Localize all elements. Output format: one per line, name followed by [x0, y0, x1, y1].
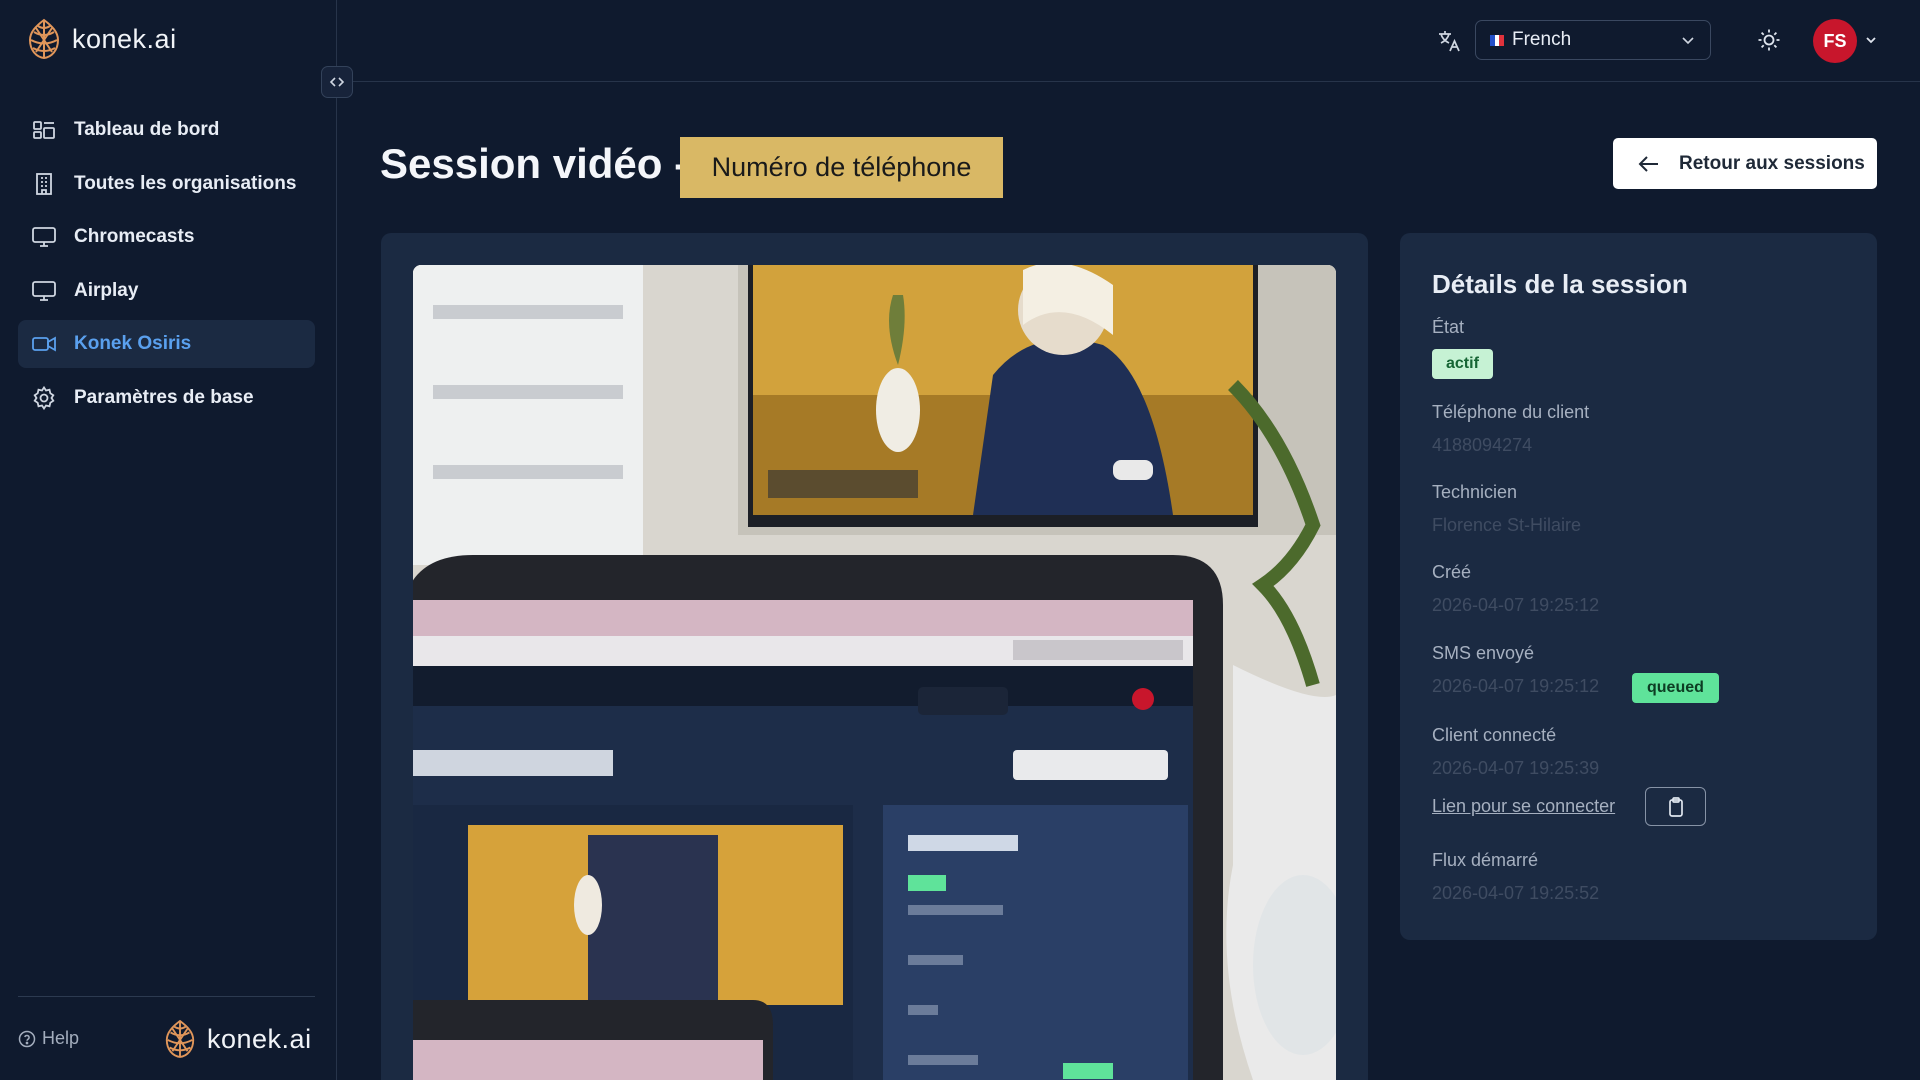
sms-status-badge: queued: [1632, 673, 1719, 703]
sidebar-item-label: Konek Osiris: [74, 333, 192, 355]
back-button-label: Retour aux sessions: [1679, 152, 1865, 174]
sidebar-nav: Tableau de bord Toutes les organisations…: [18, 106, 315, 428]
video-camera-icon: [32, 332, 56, 356]
created-value: 2026-04-07 19:25:12: [1432, 595, 1600, 615]
pinecone-logo-icon: [165, 1019, 195, 1058]
footer-brand-logo: konek.ai: [163, 1018, 312, 1060]
brand-logo[interactable]: konek.ai: [26, 18, 177, 60]
chevron-down-icon: [1682, 37, 1694, 45]
language-select[interactable]: French: [1475, 20, 1711, 60]
code-chevrons-icon: [329, 77, 345, 87]
help-circle-icon: [18, 1030, 36, 1047]
monitor-icon: [32, 225, 56, 249]
sms-sent-label: SMS envoyé: [1432, 643, 1535, 663]
video-stream[interactable]: [413, 265, 1336, 1080]
sidebar-item-label: Toutes les organisations: [74, 172, 297, 194]
help-label: Help: [42, 1028, 80, 1048]
sun-icon: [1758, 29, 1780, 51]
sidebar-item-settings[interactable]: Paramètres de base: [18, 374, 315, 422]
sidebar-item-chromecasts[interactable]: Chromecasts: [18, 213, 315, 261]
theme-toggle-button[interactable]: [1757, 28, 1781, 57]
stream-started-value: 2026-04-07 19:25:52: [1432, 883, 1600, 903]
client-connected-value: 2026-04-07 19:25:39: [1432, 758, 1600, 778]
copy-link-button[interactable]: [1645, 787, 1706, 826]
brand-name: konek.ai: [207, 1023, 312, 1054]
gear-icon: [32, 385, 56, 410]
stream-started-label: Flux démarré: [1432, 850, 1539, 870]
translate-icon: [1437, 29, 1461, 58]
client-phone-label: Téléphone du client: [1432, 402, 1590, 422]
created-label: Créé: [1432, 562, 1472, 582]
top-header: French FS: [337, 0, 1920, 82]
user-avatar[interactable]: FS: [1813, 19, 1857, 63]
back-to-sessions-button[interactable]: Retour aux sessions: [1613, 138, 1877, 189]
sidebar-collapse-button[interactable]: [321, 66, 353, 98]
sms-sent-value: 2026-04-07 19:25:12: [1432, 676, 1600, 696]
technician-label: Technicien: [1432, 482, 1518, 502]
sidebar-item-konek-osiris[interactable]: Konek Osiris: [18, 320, 315, 369]
pinecone-logo-icon: [28, 18, 60, 60]
sidebar: konek.ai Tableau de bord Toutes les orga…: [0, 0, 337, 1080]
arrow-left-icon: [1638, 155, 1658, 172]
language-select-value: French: [1512, 29, 1572, 50]
page-title: Session vidéo -: [380, 140, 689, 187]
connect-link[interactable]: Lien pour se connecter: [1432, 796, 1615, 817]
france-flag-icon: [1490, 34, 1505, 46]
sidebar-divider: [18, 996, 315, 997]
chevron-down-icon[interactable]: [1864, 33, 1878, 52]
phone-number-badge: Numéro de téléphone: [680, 137, 1003, 198]
session-details-card: Détails de la session État actif Télépho…: [1400, 233, 1877, 940]
client-connected-label: Client connecté: [1432, 725, 1557, 745]
clipboard-icon: [1668, 796, 1683, 817]
sidebar-item-airplay[interactable]: Airplay: [18, 267, 315, 315]
sidebar-item-organisations[interactable]: Toutes les organisations: [18, 160, 315, 208]
brand-name: konek.ai: [72, 23, 177, 54]
client-phone-value: 4188094274: [1432, 435, 1533, 455]
state-label: État: [1432, 317, 1465, 337]
sidebar-item-dashboard[interactable]: Tableau de bord: [18, 106, 315, 154]
status-badge: actif: [1432, 349, 1493, 379]
details-title: Détails de la session: [1432, 269, 1688, 299]
dashboard-icon: [32, 118, 56, 142]
video-card: [381, 233, 1368, 1080]
sidebar-item-label: Airplay: [74, 279, 139, 301]
sidebar-item-label: Paramètres de base: [74, 386, 254, 408]
help-link[interactable]: Help: [18, 1028, 79, 1049]
sidebar-item-label: Chromecasts: [74, 226, 195, 248]
monitor-icon: [32, 279, 56, 303]
sidebar-item-label: Tableau de bord: [74, 119, 220, 140]
video-stream-image: [413, 265, 1336, 1080]
technician-value: Florence St-Hilaire: [1432, 515, 1582, 535]
building-icon: [32, 172, 56, 196]
